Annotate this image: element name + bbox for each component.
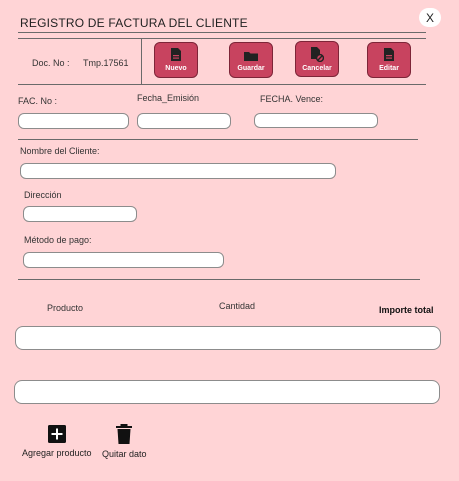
- due-date-label: FECHA. Vence:: [260, 94, 324, 104]
- invoice-number-label: FAC. No :: [18, 96, 58, 106]
- invoice-number-field[interactable]: [18, 113, 129, 129]
- column-header-quantity: Cantidad: [219, 301, 256, 311]
- edit-button-label: Editar: [379, 65, 399, 72]
- new-button[interactable]: Nuevo: [154, 42, 198, 78]
- client-name-label: Nombre del Cliente:: [20, 146, 100, 156]
- divider: [141, 38, 142, 84]
- issue-date-field[interactable]: [137, 113, 231, 129]
- edit-document-icon: [384, 48, 394, 61]
- column-header-total: Importe total: [379, 305, 434, 315]
- divider: [18, 84, 426, 85]
- new-button-label: Nuevo: [165, 65, 187, 72]
- remove-item-button[interactable]: Quitar dato: [102, 424, 147, 459]
- due-date-field[interactable]: [254, 113, 378, 128]
- close-button[interactable]: X: [419, 8, 441, 27]
- doc-number-label: Doc. No :: [32, 58, 70, 68]
- trash-icon: [116, 424, 133, 444]
- page-title: REGISTRO DE FACTURA DEL CLIENTE: [20, 16, 248, 30]
- divider: [18, 38, 426, 39]
- issue-date-label: Fecha_Emisión: [137, 93, 200, 103]
- column-header-product: Producto: [47, 303, 84, 313]
- payment-method-field[interactable]: [23, 252, 224, 268]
- client-name-field[interactable]: [20, 163, 336, 179]
- divider: [18, 139, 418, 140]
- divider: [18, 32, 426, 33]
- save-button[interactable]: Guardar: [229, 42, 273, 78]
- cancel-button[interactable]: Cancelar: [295, 41, 339, 77]
- item-row-field[interactable]: [14, 380, 440, 404]
- add-product-label: Agregar producto: [22, 448, 92, 458]
- folder-icon: [244, 52, 258, 61]
- cancel-document-icon: [311, 47, 324, 62]
- divider: [18, 279, 420, 280]
- edit-button[interactable]: Editar: [367, 42, 411, 78]
- cancel-button-label: Cancelar: [302, 65, 332, 72]
- save-button-label: Guardar: [237, 65, 265, 72]
- remove-item-label: Quitar dato: [102, 449, 147, 459]
- doc-number-value: Tmp.17561: [83, 58, 129, 68]
- address-label: Dirección: [24, 190, 62, 200]
- new-document-icon: [171, 48, 181, 61]
- item-row-field[interactable]: [15, 326, 441, 350]
- address-field[interactable]: [23, 206, 137, 222]
- add-product-button[interactable]: Agregar producto: [22, 425, 92, 458]
- plus-box-icon: [47, 425, 66, 443]
- payment-method-label: Método de pago:: [24, 235, 92, 245]
